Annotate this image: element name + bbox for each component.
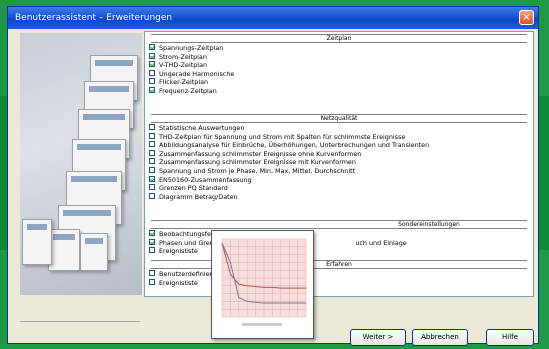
item-label: Spannung und Strom je Phase, Min, Max, M…	[159, 167, 356, 175]
zeitplan-item[interactable]: Ungerade Harmonische	[149, 69, 235, 78]
netzqualitaet-item[interactable]: EN50160-Zusammenfassung	[149, 175, 252, 184]
checkbox[interactable]	[149, 230, 155, 236]
checkbox[interactable]	[149, 124, 155, 130]
netzqualitaet-item[interactable]: Diagramm Betrag/Daten	[149, 192, 238, 201]
item-label: Frequenz-Zeitplan	[159, 87, 217, 95]
checkbox[interactable]	[149, 247, 155, 254]
close-button[interactable]: ×	[519, 10, 534, 25]
item-label: V-THD-Zeitplan	[159, 61, 208, 70]
checkbox[interactable]	[149, 175, 155, 182]
group-header-sondereinstellungen: Sondereinstellungen	[151, 220, 527, 229]
item-label: Diagramm Betrag/Daten	[159, 192, 238, 201]
zeitplan-item[interactable]: Strom-Zeitplan	[149, 52, 207, 61]
erfahren-item[interactable]: Ereignisliste	[149, 278, 198, 287]
cancel-button[interactable]: Abbrechen	[412, 329, 468, 346]
checkbox[interactable]	[149, 192, 155, 199]
zeitplan-item[interactable]: V-THD-Zeitplan	[149, 61, 207, 69]
netzqualitaet-item[interactable]: Spannung und Strom je Phase, Min, Max, M…	[149, 167, 355, 175]
item-label: Abbildungsanalyse für Einbrüche, Überhöh…	[159, 141, 430, 150]
item-label: Ungerade Harmonische	[159, 69, 235, 78]
item-label: Grenzen PQ Standard	[159, 184, 228, 193]
item-label: Ereignisliste	[159, 278, 198, 287]
netzqualitaet-item[interactable]: THD-Zeitplan für Spannung und Strom mit …	[149, 132, 406, 141]
chart-caption-bar	[242, 323, 282, 326]
item-label: Strom-Zeitplan	[159, 52, 207, 61]
netzqualitaet-item[interactable]: Statistische Auswertungen	[149, 124, 244, 132]
item-label: Flicker-Zeitplan	[159, 78, 209, 87]
wizard-side-illustration	[20, 33, 142, 295]
checkbox[interactable]	[149, 61, 155, 68]
netzqualitaet-item[interactable]: Grenzen PQ Standard	[149, 184, 228, 192]
item-label: Benutzerdefiniert	[159, 270, 215, 278]
netzqualitaet-item[interactable]: Zusammenfassung schlimmster Ereignisse m…	[149, 158, 356, 166]
help-button[interactable]: Hilfe	[486, 329, 534, 346]
item-label: THD-Zeitplan für Spannung und Strom mit …	[159, 132, 406, 141]
next-button[interactable]: Weiter >	[350, 329, 406, 346]
item-label-suffix: uch und Einlage	[355, 238, 407, 247]
checkbox[interactable]	[149, 238, 155, 245]
chart-preview-popup	[211, 230, 314, 339]
report-options-list[interactable]: Zeitplan Netzqualität Sondereinstellunge…	[144, 31, 534, 297]
checkbox[interactable]	[149, 158, 155, 165]
title-bar[interactable]: Benutzerassistent – Erweiterungen ×	[8, 7, 538, 29]
checkbox[interactable]	[149, 87, 155, 93]
checkbox[interactable]	[149, 52, 155, 59]
item-label: Statistische Auswertungen	[159, 124, 245, 132]
erfahren-item[interactable]: Benutzerdefiniert	[149, 270, 215, 278]
checkbox[interactable]	[149, 167, 155, 173]
item-label: Zusammenfassung schlimmster Ereignisse m…	[159, 158, 356, 167]
item-label: Ereignisliste	[159, 247, 198, 256]
item-label: Zusammenfassung schlimmster Ereignisse o…	[159, 149, 362, 158]
checkbox[interactable]	[149, 184, 155, 191]
window-title: Benutzerassistent – Erweiterungen	[15, 13, 173, 23]
checkbox[interactable]	[149, 132, 155, 139]
zeitplan-item[interactable]: Frequenz-Zeitplan	[149, 87, 217, 95]
netzqualitaet-item[interactable]: Abbildungsanalyse für Einbrüche, Überhöh…	[149, 141, 429, 149]
footer-divider	[20, 321, 140, 322]
checkbox[interactable]	[149, 149, 155, 156]
zeitplan-item[interactable]: Spannungs-Zeitplan	[149, 44, 223, 52]
checkbox[interactable]	[149, 278, 155, 285]
item-label: Spannungs-Zeitplan	[159, 44, 224, 52]
checkbox[interactable]	[149, 69, 155, 76]
group-header-netzqualitaet: Netzqualität	[151, 114, 527, 123]
checkbox[interactable]	[149, 270, 155, 276]
item-label: EN50160-Zusammenfassung	[159, 175, 252, 184]
zeitplan-item[interactable]: Flicker-Zeitplan	[149, 78, 208, 86]
sonder-item[interactable]: Ereignisliste	[149, 247, 198, 255]
checkbox[interactable]	[149, 78, 155, 85]
close-icon: ×	[522, 12, 531, 23]
checkbox[interactable]	[149, 141, 155, 148]
netzqualitaet-item[interactable]: Zusammenfassung schlimmster Ereignisse o…	[149, 149, 362, 158]
chart-preview	[221, 238, 307, 326]
group-header-zeitplan: Zeitplan	[151, 34, 527, 43]
group-header-erfahren: Erfahren	[151, 260, 527, 269]
checkbox[interactable]	[149, 44, 155, 50]
